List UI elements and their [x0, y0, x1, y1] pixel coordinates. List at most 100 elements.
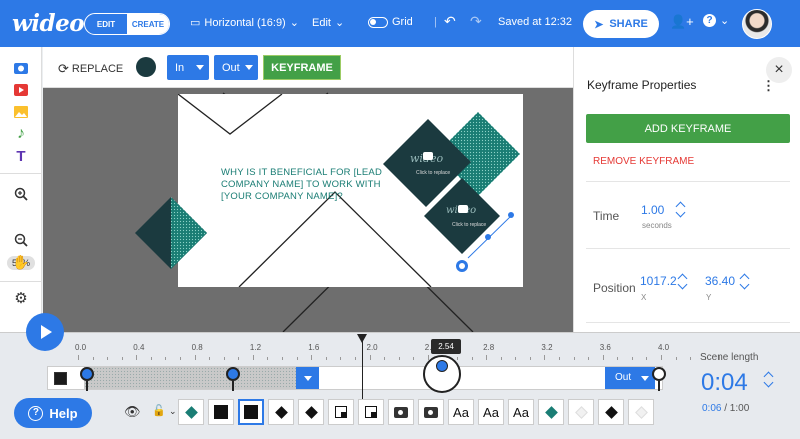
- format-dropdown[interactable]: ▭ Horizontal (16:9) ⌄: [190, 16, 299, 30]
- position-x-input[interactable]: 1017.2: [640, 274, 677, 288]
- color-picker[interactable]: [136, 57, 156, 77]
- offslide-diamond[interactable]: [131, 193, 211, 273]
- position-x-stepper[interactable]: [678, 273, 688, 291]
- diamond-shape-icon: [184, 405, 198, 419]
- ruler-label: 1.2: [249, 343, 262, 352]
- video-icon[interactable]: [11, 81, 31, 99]
- settings-gear-icon[interactable]: ⚙: [11, 289, 31, 307]
- keyframe-dot[interactable]: [436, 360, 448, 372]
- play-button[interactable]: [26, 313, 64, 351]
- in-end-handle[interactable]: [226, 367, 240, 381]
- zoom-out-icon[interactable]: [11, 231, 31, 249]
- image-icon[interactable]: [11, 103, 31, 121]
- element-thumb[interactable]: [238, 399, 264, 425]
- element-thumb[interactable]: [628, 399, 654, 425]
- element-thumb[interactable]: Aa: [508, 399, 534, 425]
- ruler-tick: [515, 357, 517, 360]
- ruler-tick: [471, 357, 473, 360]
- element-thumb[interactable]: Aa: [478, 399, 504, 425]
- scene-length-value[interactable]: 0:04: [701, 369, 748, 397]
- element-thumb[interactable]: [178, 399, 204, 425]
- time-input[interactable]: 1.00: [641, 203, 664, 217]
- element-track[interactable]: Out: [47, 366, 663, 390]
- undo-icon[interactable]: ↶: [444, 13, 456, 30]
- more-vert-icon[interactable]: ⋮: [762, 78, 775, 94]
- element-thumb[interactable]: [568, 399, 594, 425]
- mode-edit-button[interactable]: EDIT: [85, 14, 127, 34]
- add-user-icon[interactable]: 👤+: [670, 14, 694, 30]
- wideo-logo[interactable]: wideo: [12, 10, 85, 37]
- in-animation-dropdown[interactable]: In: [167, 55, 209, 80]
- square-shape-icon: [244, 405, 258, 419]
- scene-length-stepper[interactable]: [764, 371, 774, 389]
- chevron-down-icon[interactable]: ⌄: [169, 406, 177, 417]
- share-label: SHARE: [609, 18, 648, 30]
- element-thumb[interactable]: [598, 399, 624, 425]
- add-keyframe-button[interactable]: ADD KEYFRAME: [586, 114, 790, 143]
- canvas-area[interactable]: WHY IS IT BENEFICIAL FOR [LEAD COMPANY N…: [43, 88, 573, 332]
- start-handle[interactable]: [80, 367, 94, 381]
- in-animation-range[interactable]: [84, 367, 308, 389]
- out-animation-dropdown[interactable]: Out: [214, 55, 258, 80]
- replace-button[interactable]: ⟳ REPLACE: [58, 61, 123, 77]
- scene-length-label: Scene length: [700, 352, 759, 363]
- position-y-input[interactable]: 36.40: [705, 274, 735, 288]
- element-thumb[interactable]: [268, 399, 294, 425]
- left-tool-sidebar: ♪ T 50% ✋ ⚙: [0, 47, 42, 332]
- ruler-tick: [646, 357, 648, 360]
- ruler-tick: [78, 355, 79, 360]
- ruler-tick: [631, 357, 633, 360]
- help-button[interactable]: ? Help: [14, 398, 92, 428]
- mode-create-button[interactable]: CREATE: [127, 14, 169, 34]
- eye-icon[interactable]: 👁: [124, 404, 141, 420]
- squares-icon: [335, 406, 347, 418]
- element-thumb[interactable]: [418, 399, 444, 425]
- text-icon[interactable]: T: [11, 147, 31, 165]
- slide-canvas[interactable]: WHY IS IT BENEFICIAL FOR [LEAD COMPANY N…: [178, 94, 523, 287]
- ruler-tick: [617, 357, 619, 360]
- keyframe-button[interactable]: KEYFRAME: [263, 55, 341, 80]
- element-thumb[interactable]: [538, 399, 564, 425]
- element-thumb[interactable]: Aa: [448, 399, 474, 425]
- lock-icon[interactable]: 🔓: [152, 404, 166, 417]
- ruler-tick: [602, 355, 604, 360]
- camera-icon: [423, 152, 433, 160]
- ruler-label: 1.6: [308, 343, 320, 352]
- slide-title[interactable]: WHY IS IT BENEFICIAL FOR [LEAD COMPANY N…: [221, 167, 391, 203]
- diamond-shape-icon: [604, 405, 618, 419]
- keyframe-marker[interactable]: [423, 355, 461, 393]
- ruler-label: 3.6: [599, 343, 611, 352]
- out-animation-track-dropdown[interactable]: Out: [605, 367, 655, 389]
- user-avatar[interactable]: [742, 9, 772, 39]
- element-thumb[interactable]: [358, 399, 384, 425]
- playhead-handle[interactable]: [357, 334, 367, 343]
- image-placeholder-icon: [394, 406, 408, 418]
- redo-icon[interactable]: ↷: [470, 13, 482, 30]
- element-thumb[interactable]: [328, 399, 354, 425]
- remove-keyframe-link[interactable]: REMOVE KEYFRAME: [593, 156, 694, 167]
- time-stepper[interactable]: [676, 201, 686, 219]
- position-x-unit: X: [641, 293, 647, 302]
- ruler-tick: [121, 357, 123, 360]
- in-animation-track-dropdown[interactable]: [296, 367, 319, 389]
- edit-menu[interactable]: Edit ⌄: [312, 16, 344, 30]
- ruler-label: 2.0: [366, 343, 378, 352]
- hand-icon[interactable]: ✋: [11, 253, 31, 271]
- position-y-stepper[interactable]: [740, 273, 750, 291]
- mode-toggle[interactable]: EDIT CREATE: [84, 13, 170, 35]
- ruler-tick: [384, 357, 386, 360]
- camera-icon[interactable]: [11, 59, 31, 77]
- grid-toggle[interactable]: Grid: [368, 16, 413, 28]
- element-thumb[interactable]: [298, 399, 324, 425]
- grid-switch[interactable]: [368, 16, 388, 28]
- panel-title: Keyframe Properties: [587, 78, 697, 92]
- keyframe-time-bubble: 2.54: [431, 339, 461, 354]
- share-button[interactable]: ➤ SHARE: [583, 10, 659, 38]
- music-icon[interactable]: ♪: [11, 125, 31, 143]
- help-menu[interactable]: ? ⌄: [703, 14, 729, 27]
- diamond-shape-icon: [634, 405, 648, 419]
- element-thumb[interactable]: [208, 399, 234, 425]
- element-thumb[interactable]: [388, 399, 414, 425]
- zoom-in-icon[interactable]: [11, 185, 31, 203]
- end-handle[interactable]: [652, 367, 666, 381]
